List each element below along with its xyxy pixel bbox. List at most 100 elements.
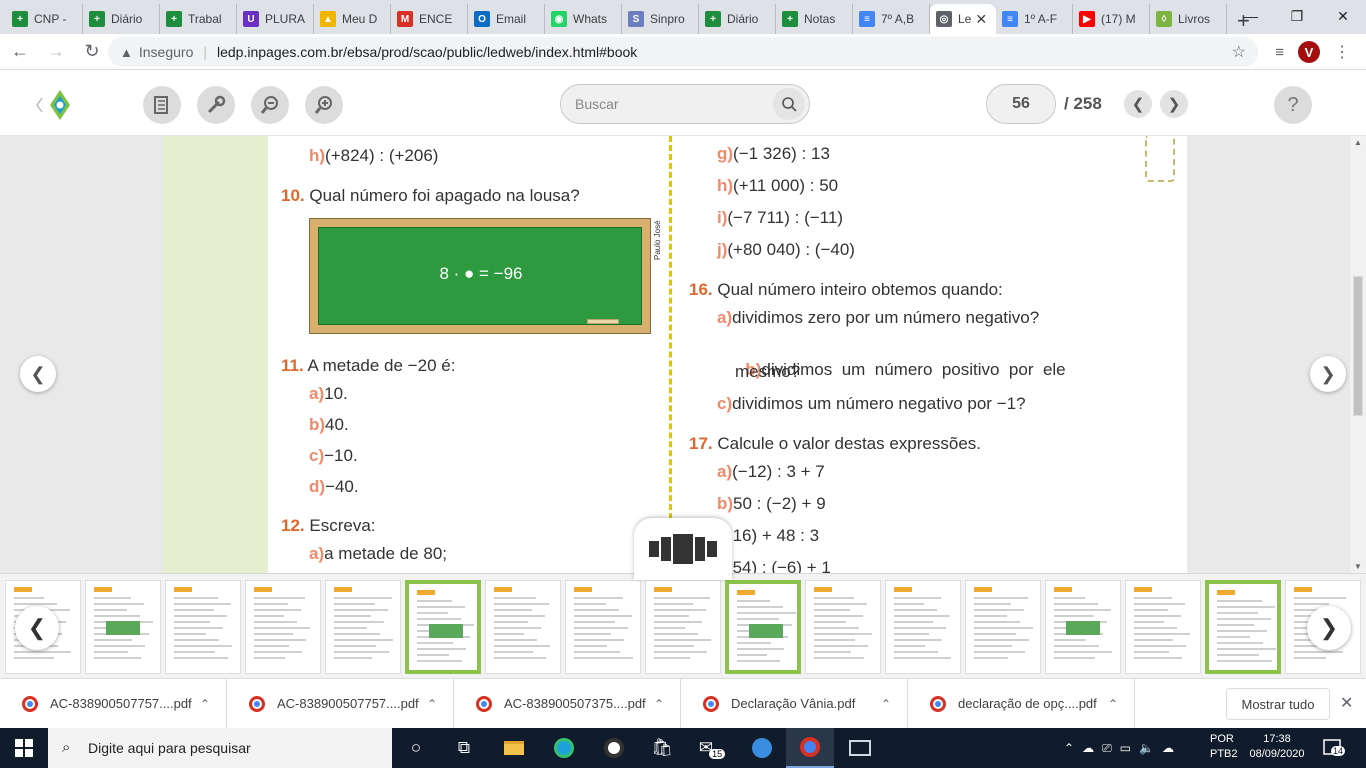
browser-tab[interactable]: + Diário bbox=[83, 4, 160, 34]
chevron-up-icon[interactable]: ⌃ bbox=[1108, 697, 1118, 711]
browser-tab[interactable]: ◉ Whats bbox=[545, 4, 622, 34]
safari-icon[interactable] bbox=[738, 728, 786, 768]
browser-tab[interactable]: ≡ 7º A,B bbox=[853, 4, 930, 34]
page-thumbnail[interactable] bbox=[165, 580, 241, 674]
next-spread-button[interactable]: ❯ bbox=[1310, 356, 1346, 392]
photos-icon[interactable] bbox=[836, 728, 884, 768]
download-item[interactable]: AC-838900507375....pdf ⌃ bbox=[454, 678, 681, 729]
scroll-down-icon[interactable]: ▼ bbox=[1354, 562, 1362, 571]
browser-tab[interactable]: ▶ (17) M bbox=[1073, 4, 1150, 34]
scrollbar-thumb[interactable] bbox=[1353, 276, 1363, 416]
edge-icon[interactable] bbox=[540, 728, 588, 768]
show-all-downloads-button[interactable]: Mostrar tudo bbox=[1226, 688, 1330, 720]
browser-tab[interactable]: S Sinpro bbox=[622, 4, 699, 34]
weather-icon[interactable]: ☁ bbox=[1082, 741, 1094, 755]
page-thumbnail[interactable] bbox=[805, 580, 881, 674]
browser-tab[interactable]: + Diário bbox=[699, 4, 776, 34]
language-indicator[interactable]: POR PTB2 bbox=[1210, 732, 1238, 762]
mail-icon[interactable]: ✉ 15 bbox=[688, 728, 736, 768]
page-thumbnail[interactable] bbox=[725, 580, 801, 674]
thumbnail-toggle-button[interactable] bbox=[634, 518, 732, 580]
profile-avatar[interactable]: V bbox=[1298, 41, 1320, 63]
notification-center-button[interactable]: 14 bbox=[1322, 737, 1346, 759]
zoom-in-button[interactable] bbox=[305, 86, 343, 124]
prev-spread-button[interactable]: ❮ bbox=[20, 356, 56, 392]
prev-page-button[interactable]: ❮ bbox=[1124, 90, 1152, 118]
reload-button[interactable]: ↻ bbox=[76, 41, 108, 62]
reading-list-icon[interactable]: ≡ bbox=[1275, 44, 1284, 61]
browser-tab[interactable]: ◊ Livros bbox=[1150, 4, 1227, 34]
close-tab-icon[interactable]: ✕ bbox=[975, 11, 987, 28]
menu-kebab-icon[interactable]: ⋮ bbox=[1334, 42, 1350, 62]
clock[interactable]: 17:38 08/09/2020 bbox=[1246, 732, 1308, 762]
page-thumbnail[interactable] bbox=[1205, 580, 1281, 674]
page-thumbnail[interactable] bbox=[245, 580, 321, 674]
zoom-out-button[interactable] bbox=[251, 86, 289, 124]
vertical-scrollbar[interactable]: ▲ ▼ bbox=[1350, 136, 1366, 573]
browser-tab[interactable]: ▲ Meu D bbox=[314, 4, 391, 34]
page-thumbnail[interactable] bbox=[485, 580, 561, 674]
page-thumbnail[interactable] bbox=[1045, 580, 1121, 674]
volume-icon[interactable]: 🔈 bbox=[1139, 741, 1154, 755]
battery-icon[interactable]: ▭ bbox=[1120, 741, 1131, 755]
bookmark-star-icon[interactable]: ☆ bbox=[1232, 42, 1246, 62]
download-item[interactable]: AC-838900507757....pdf ⌃ bbox=[0, 678, 227, 729]
onedrive-icon[interactable]: ☁ bbox=[1162, 741, 1174, 755]
page-number-input[interactable]: 56 bbox=[986, 84, 1056, 124]
browser-tab[interactable]: ◎ Le ✕ bbox=[930, 4, 996, 34]
download-item[interactable]: Declaração Vânia.pdf ⌃ bbox=[681, 678, 908, 729]
taskbar-search-input[interactable]: ⌕ Digite aqui para pesquisar bbox=[48, 728, 392, 768]
chrome-taskbar-icon[interactable] bbox=[786, 728, 834, 768]
download-item[interactable]: AC-838900507757....pdf ⌃ bbox=[227, 678, 454, 729]
page-thumbnail[interactable] bbox=[85, 580, 161, 674]
search-button[interactable] bbox=[773, 88, 805, 120]
network-icon[interactable]: ⎚ bbox=[1102, 741, 1112, 756]
store-icon[interactable]: 🛍 bbox=[638, 728, 686, 768]
minimize-button[interactable]: — bbox=[1228, 0, 1274, 32]
page-thumbnail[interactable] bbox=[325, 580, 401, 674]
browser-tab[interactable]: + CNP - bbox=[6, 4, 83, 34]
task-view-icon[interactable]: ⧉ bbox=[440, 728, 488, 768]
next-page-button[interactable]: ❯ bbox=[1160, 90, 1188, 118]
page-thumbnail[interactable] bbox=[405, 580, 481, 674]
browser-tab[interactable]: M ENCE bbox=[391, 4, 468, 34]
page-thumbnail[interactable] bbox=[645, 580, 721, 674]
maximize-button[interactable]: ❐ bbox=[1274, 0, 1320, 32]
forward-button[interactable]: → bbox=[40, 41, 72, 62]
close-window-button[interactable]: ✕ bbox=[1320, 0, 1366, 32]
browser-tab[interactable]: + Trabal bbox=[160, 4, 237, 34]
scroll-up-icon[interactable]: ▲ bbox=[1354, 138, 1362, 147]
download-item[interactable]: declaração de opç....pdf ⌃ bbox=[908, 678, 1135, 729]
help-button[interactable]: ? bbox=[1274, 86, 1312, 124]
page-thumbnail[interactable] bbox=[885, 580, 961, 674]
chevron-up-icon[interactable]: ⌃ bbox=[427, 697, 437, 711]
library-button[interactable] bbox=[143, 86, 181, 124]
page-thumbnail[interactable] bbox=[965, 580, 1041, 674]
start-button[interactable] bbox=[0, 728, 48, 768]
page-thumbnail[interactable] bbox=[1125, 580, 1201, 674]
page-thumbnail[interactable] bbox=[565, 580, 641, 674]
thumbs-next-button[interactable]: ❯ bbox=[1307, 606, 1351, 650]
address-bar[interactable]: ▲ Inseguro | ledp.inpages.com.br/ebsa/pr… bbox=[108, 37, 1258, 67]
thumbs-prev-button[interactable]: ❮ bbox=[15, 606, 59, 650]
browser-tab[interactable]: U PLURA bbox=[237, 4, 314, 34]
bookmark-ribbon[interactable] bbox=[1145, 136, 1175, 182]
download-filename: declaração de opç....pdf bbox=[958, 696, 1097, 711]
tools-button[interactable] bbox=[197, 86, 235, 124]
thumb-line bbox=[1217, 600, 1262, 602]
browser-tab[interactable]: ≡ 1º A-F bbox=[996, 4, 1073, 34]
close-downloads-icon[interactable]: ✕ bbox=[1340, 693, 1353, 713]
file-explorer-icon[interactable] bbox=[490, 728, 538, 768]
browser-tab[interactable]: + Notas bbox=[776, 4, 853, 34]
url-text[interactable]: ledp.inpages.com.br/ebsa/prod/scao/publi… bbox=[217, 44, 637, 60]
back-button[interactable]: ← bbox=[4, 41, 36, 62]
chevron-up-icon[interactable]: ⌃ bbox=[654, 697, 664, 711]
cortana-icon[interactable]: ○ bbox=[392, 728, 440, 768]
obs-icon[interactable] bbox=[590, 728, 638, 768]
app-logo-icon[interactable] bbox=[34, 88, 74, 122]
show-hidden-icons[interactable]: ⌃ bbox=[1064, 741, 1074, 755]
chevron-up-icon[interactable]: ⌃ bbox=[200, 697, 210, 711]
chevron-up-icon[interactable]: ⌃ bbox=[881, 697, 891, 711]
book-search-input[interactable]: Buscar bbox=[560, 84, 810, 124]
browser-tab[interactable]: O Email bbox=[468, 4, 545, 34]
